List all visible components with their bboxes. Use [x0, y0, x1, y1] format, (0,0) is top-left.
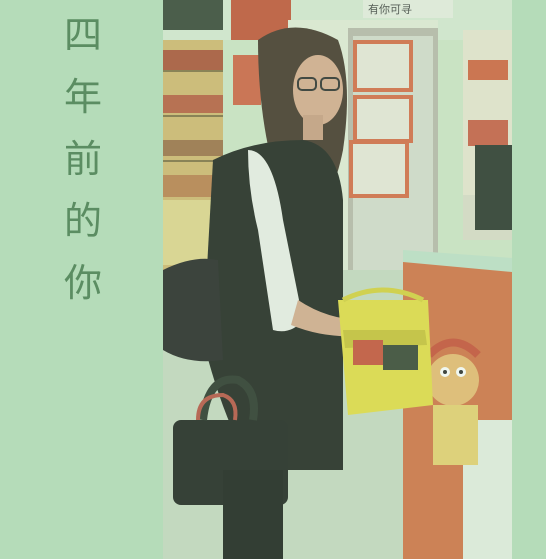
right-panel [512, 0, 546, 559]
title-char-3: 前 [63, 137, 102, 181]
title-char-4: 的 [63, 199, 102, 243]
title-char-2: 年 [63, 75, 102, 119]
shop-scene: 有你可寻 [163, 0, 512, 559]
vertical-title: 四 年 前 的 你 [56, 4, 110, 314]
title-char-5: 你 [63, 261, 102, 305]
title-char-1: 四 [63, 13, 102, 57]
left-panel: 四 年 前 的 你 [0, 0, 163, 559]
photo: 有你可寻 [163, 0, 512, 559]
